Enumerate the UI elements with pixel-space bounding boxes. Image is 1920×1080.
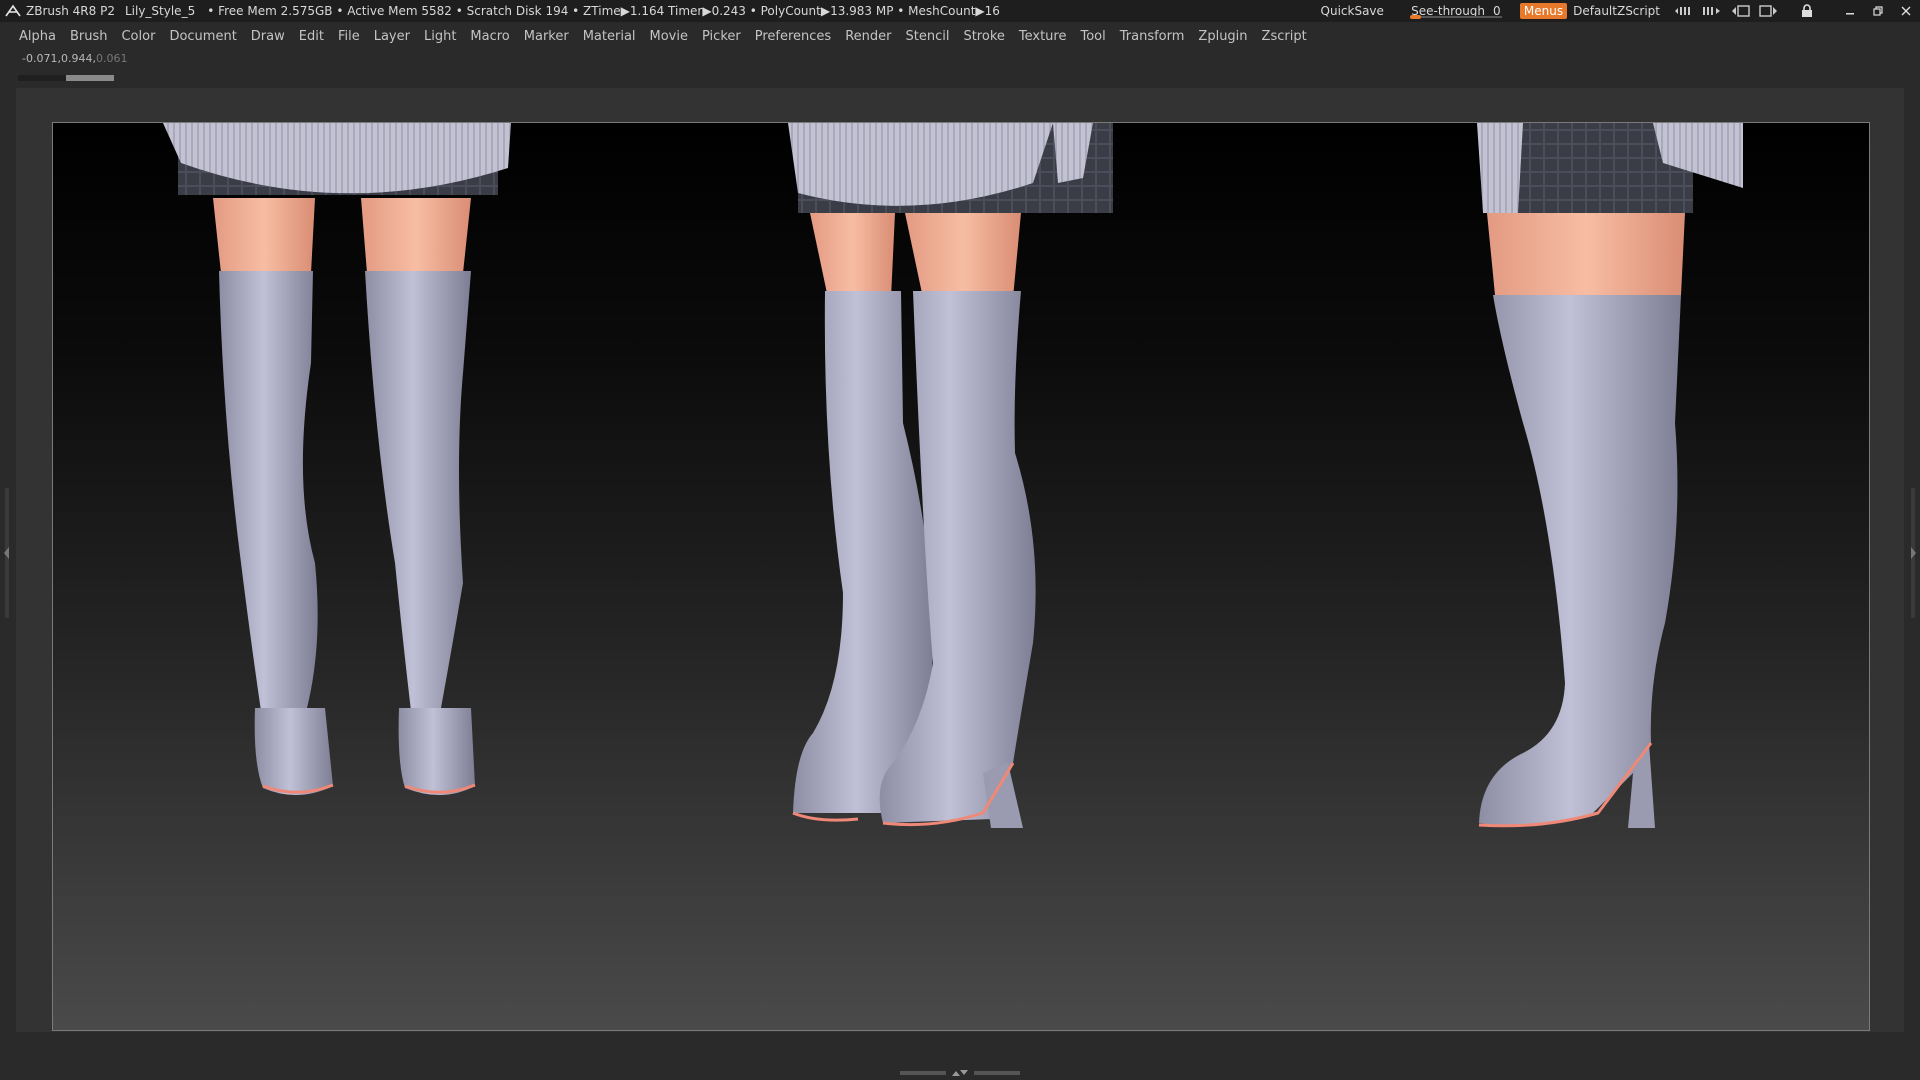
menu-light[interactable]: Light <box>424 29 456 44</box>
menu-preferences[interactable]: Preferences <box>755 29 831 44</box>
document-name: Lily_Style_5 <box>124 4 196 18</box>
minimize-icon[interactable] <box>1836 2 1864 20</box>
seethrough-fill <box>1409 15 1421 19</box>
menu-alpha[interactable]: Alpha <box>19 29 56 44</box>
coordinate-scrollbar-knob[interactable] <box>66 75 114 81</box>
menu-brush[interactable]: Brush <box>70 29 108 44</box>
menus-toggle-button[interactable]: Menus <box>1519 3 1568 19</box>
menu-draw[interactable]: Draw <box>251 29 285 44</box>
top-shelf <box>16 88 1904 120</box>
menu-document[interactable]: Document <box>169 29 236 44</box>
cursor-coordinates: -0.071,0.944,0.061 <box>22 52 128 65</box>
menu-render[interactable]: Render <box>845 29 891 44</box>
menu-material[interactable]: Material <box>583 29 636 44</box>
menu-color[interactable]: Color <box>121 29 155 44</box>
app-title: ZBrush 4R8 P2 <box>26 4 115 18</box>
menu-texture[interactable]: Texture <box>1019 29 1067 44</box>
menu-tool[interactable]: Tool <box>1080 29 1105 44</box>
restore-icon[interactable] <box>1864 2 1892 20</box>
tray-arrows-icon <box>952 1070 968 1076</box>
seethrough-slider[interactable]: See-through 0 <box>1409 2 1502 20</box>
coordinate-scrollbar[interactable] <box>18 75 114 81</box>
menu-stroke[interactable]: Stroke <box>963 29 1004 44</box>
side-view <box>1477 123 1743 828</box>
lock-icon[interactable] <box>1796 3 1818 19</box>
left-tray-handle[interactable] <box>3 488 11 618</box>
menu-movie[interactable]: Movie <box>650 29 688 44</box>
menu-layer[interactable]: Layer <box>374 29 410 44</box>
default-zscript-button[interactable]: DefaultZScript <box>1573 4 1660 18</box>
ui-next-icon[interactable] <box>1758 3 1780 19</box>
document-canvas[interactable] <box>52 122 1870 1031</box>
coord-z: 0.061 <box>95 52 128 65</box>
close-icon[interactable] <box>1892 2 1920 20</box>
menu-picker[interactable]: Picker <box>702 29 741 44</box>
zbrush-logo-icon[interactable] <box>4 2 22 20</box>
bottom-tray-handle[interactable] <box>896 1068 1024 1078</box>
menu-zscript[interactable]: Zscript <box>1262 29 1307 44</box>
layout-cycle-icon[interactable] <box>1674 3 1696 19</box>
model-render <box>163 123 1743 828</box>
menu-stencil[interactable]: Stencil <box>905 29 949 44</box>
layout-next-icon[interactable] <box>1702 3 1724 19</box>
bottom-tray-bar-left <box>900 1071 946 1075</box>
menu-marker[interactable]: Marker <box>524 29 569 44</box>
title-bar-controls: QuickSave See-through 0 Menus DefaultZSc… <box>1321 0 1920 22</box>
three-quarter-view <box>788 123 1113 828</box>
menu-transform[interactable]: Transform <box>1120 29 1185 44</box>
front-view <box>163 123 511 796</box>
memory-stats: • Free Mem 2.575GB • Active Mem 5582 • S… <box>207 4 1000 18</box>
title-bar: ZBrush 4R8 P2 Lily_Style_5 • Free Mem 2.… <box>0 0 1920 22</box>
coord-y: 0.944 <box>60 52 93 65</box>
menu-zplugin[interactable]: Zplugin <box>1198 29 1247 44</box>
bottom-tray-bar-right <box>974 1071 1020 1075</box>
menu-edit[interactable]: Edit <box>299 29 324 44</box>
menu-file[interactable]: File <box>338 29 360 44</box>
ui-prev-icon[interactable] <box>1730 3 1752 19</box>
quicksave-button[interactable]: QuickSave <box>1321 4 1384 18</box>
menu-macro[interactable]: Macro <box>470 29 509 44</box>
right-tray-handle[interactable] <box>1909 488 1917 618</box>
coord-x: -0.071 <box>22 52 58 65</box>
main-menu-bar: Alpha Brush Color Document Draw Edit Fil… <box>0 22 1920 50</box>
seethrough-track <box>1409 16 1502 18</box>
